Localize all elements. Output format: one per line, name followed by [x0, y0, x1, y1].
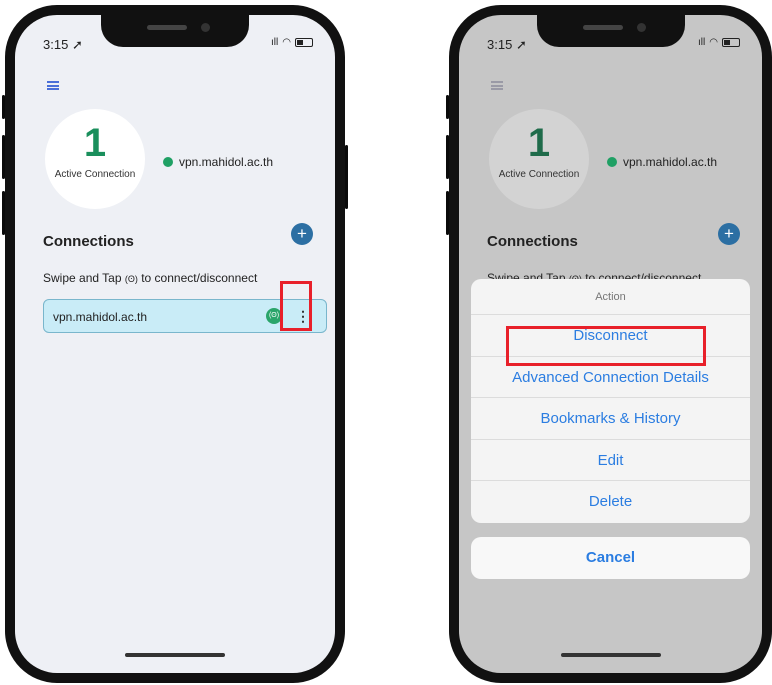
active-host-label: vpn.mahidol.ac.th: [179, 155, 274, 169]
annotation-highlight-more-options: [280, 281, 312, 331]
notch: [536, 15, 685, 47]
active-host-label: vpn.mahidol.ac.th: [623, 155, 718, 169]
connected-status-dot: [607, 157, 617, 167]
connections-title: Connections: [43, 233, 134, 250]
action-sheet: Action Disconnect Advanced Connection De…: [471, 279, 750, 523]
volume-up-button: [2, 135, 5, 179]
active-count: 1: [83, 121, 107, 165]
battery-icon: [722, 38, 740, 47]
signal-icon: ıll: [698, 37, 706, 48]
antenna-icon: (ʘ): [124, 274, 138, 284]
edit-button[interactable]: Edit: [471, 440, 750, 482]
hamburger-menu-icon[interactable]: [491, 81, 503, 90]
location-arrow-icon: ➚: [71, 37, 83, 52]
bookmarks-history-button[interactable]: Bookmarks & History: [471, 398, 750, 440]
connection-label: vpn.mahidol.ac.th: [53, 310, 148, 324]
signal-icon: ıll: [271, 37, 279, 48]
active-connection-counter: 1 Active Connection: [489, 109, 589, 209]
active-host: vpn.mahidol.ac.th: [163, 155, 273, 169]
active-count: 1: [527, 121, 551, 165]
connections-title: Connections: [487, 233, 578, 250]
volume-down-button: [2, 191, 5, 235]
add-connection-button[interactable]: +: [718, 223, 740, 245]
mute-switch: [446, 95, 449, 119]
delete-button[interactable]: Delete: [471, 481, 750, 523]
annotation-highlight-disconnect: [506, 326, 706, 366]
phone-frame-left: 3:15 ➚ ıll ◠ 1 Active Connection vpn.mah…: [2, 5, 348, 683]
active-host: vpn.mahidol.ac.th: [607, 155, 717, 169]
status-time: 3:15 ➚: [487, 37, 527, 52]
status-time: 3:15 ➚: [43, 37, 83, 52]
action-sheet-title: Action: [471, 279, 750, 315]
swipe-hint: Swipe and Tap (ʘ) to connect/disconnect: [43, 271, 258, 285]
wifi-icon: ◠: [282, 37, 291, 48]
active-connection-counter: 1 Active Connection: [45, 109, 145, 209]
add-connection-button[interactable]: +: [291, 223, 313, 245]
status-indicators: ıll ◠: [698, 37, 740, 48]
home-indicator[interactable]: [560, 653, 661, 657]
app-screen-left: 3:15 ➚ ıll ◠ 1 Active Connection vpn.mah…: [15, 15, 335, 673]
active-caption: Active Connection: [498, 169, 580, 180]
active-caption: Active Connection: [54, 169, 136, 180]
status-indicators: ıll ◠: [271, 37, 313, 48]
wifi-icon: ◠: [709, 37, 718, 48]
home-indicator[interactable]: [125, 653, 225, 657]
battery-icon: [295, 38, 313, 47]
mute-switch: [2, 95, 5, 119]
connected-status-dot: [163, 157, 173, 167]
volume-up-button: [446, 135, 449, 179]
hamburger-menu-icon[interactable]: [47, 81, 59, 90]
location-arrow-icon: ➚: [515, 37, 527, 52]
volume-down-button: [446, 191, 449, 235]
notch: [101, 15, 249, 47]
power-button: [345, 145, 348, 209]
cancel-button[interactable]: Cancel: [471, 537, 750, 579]
